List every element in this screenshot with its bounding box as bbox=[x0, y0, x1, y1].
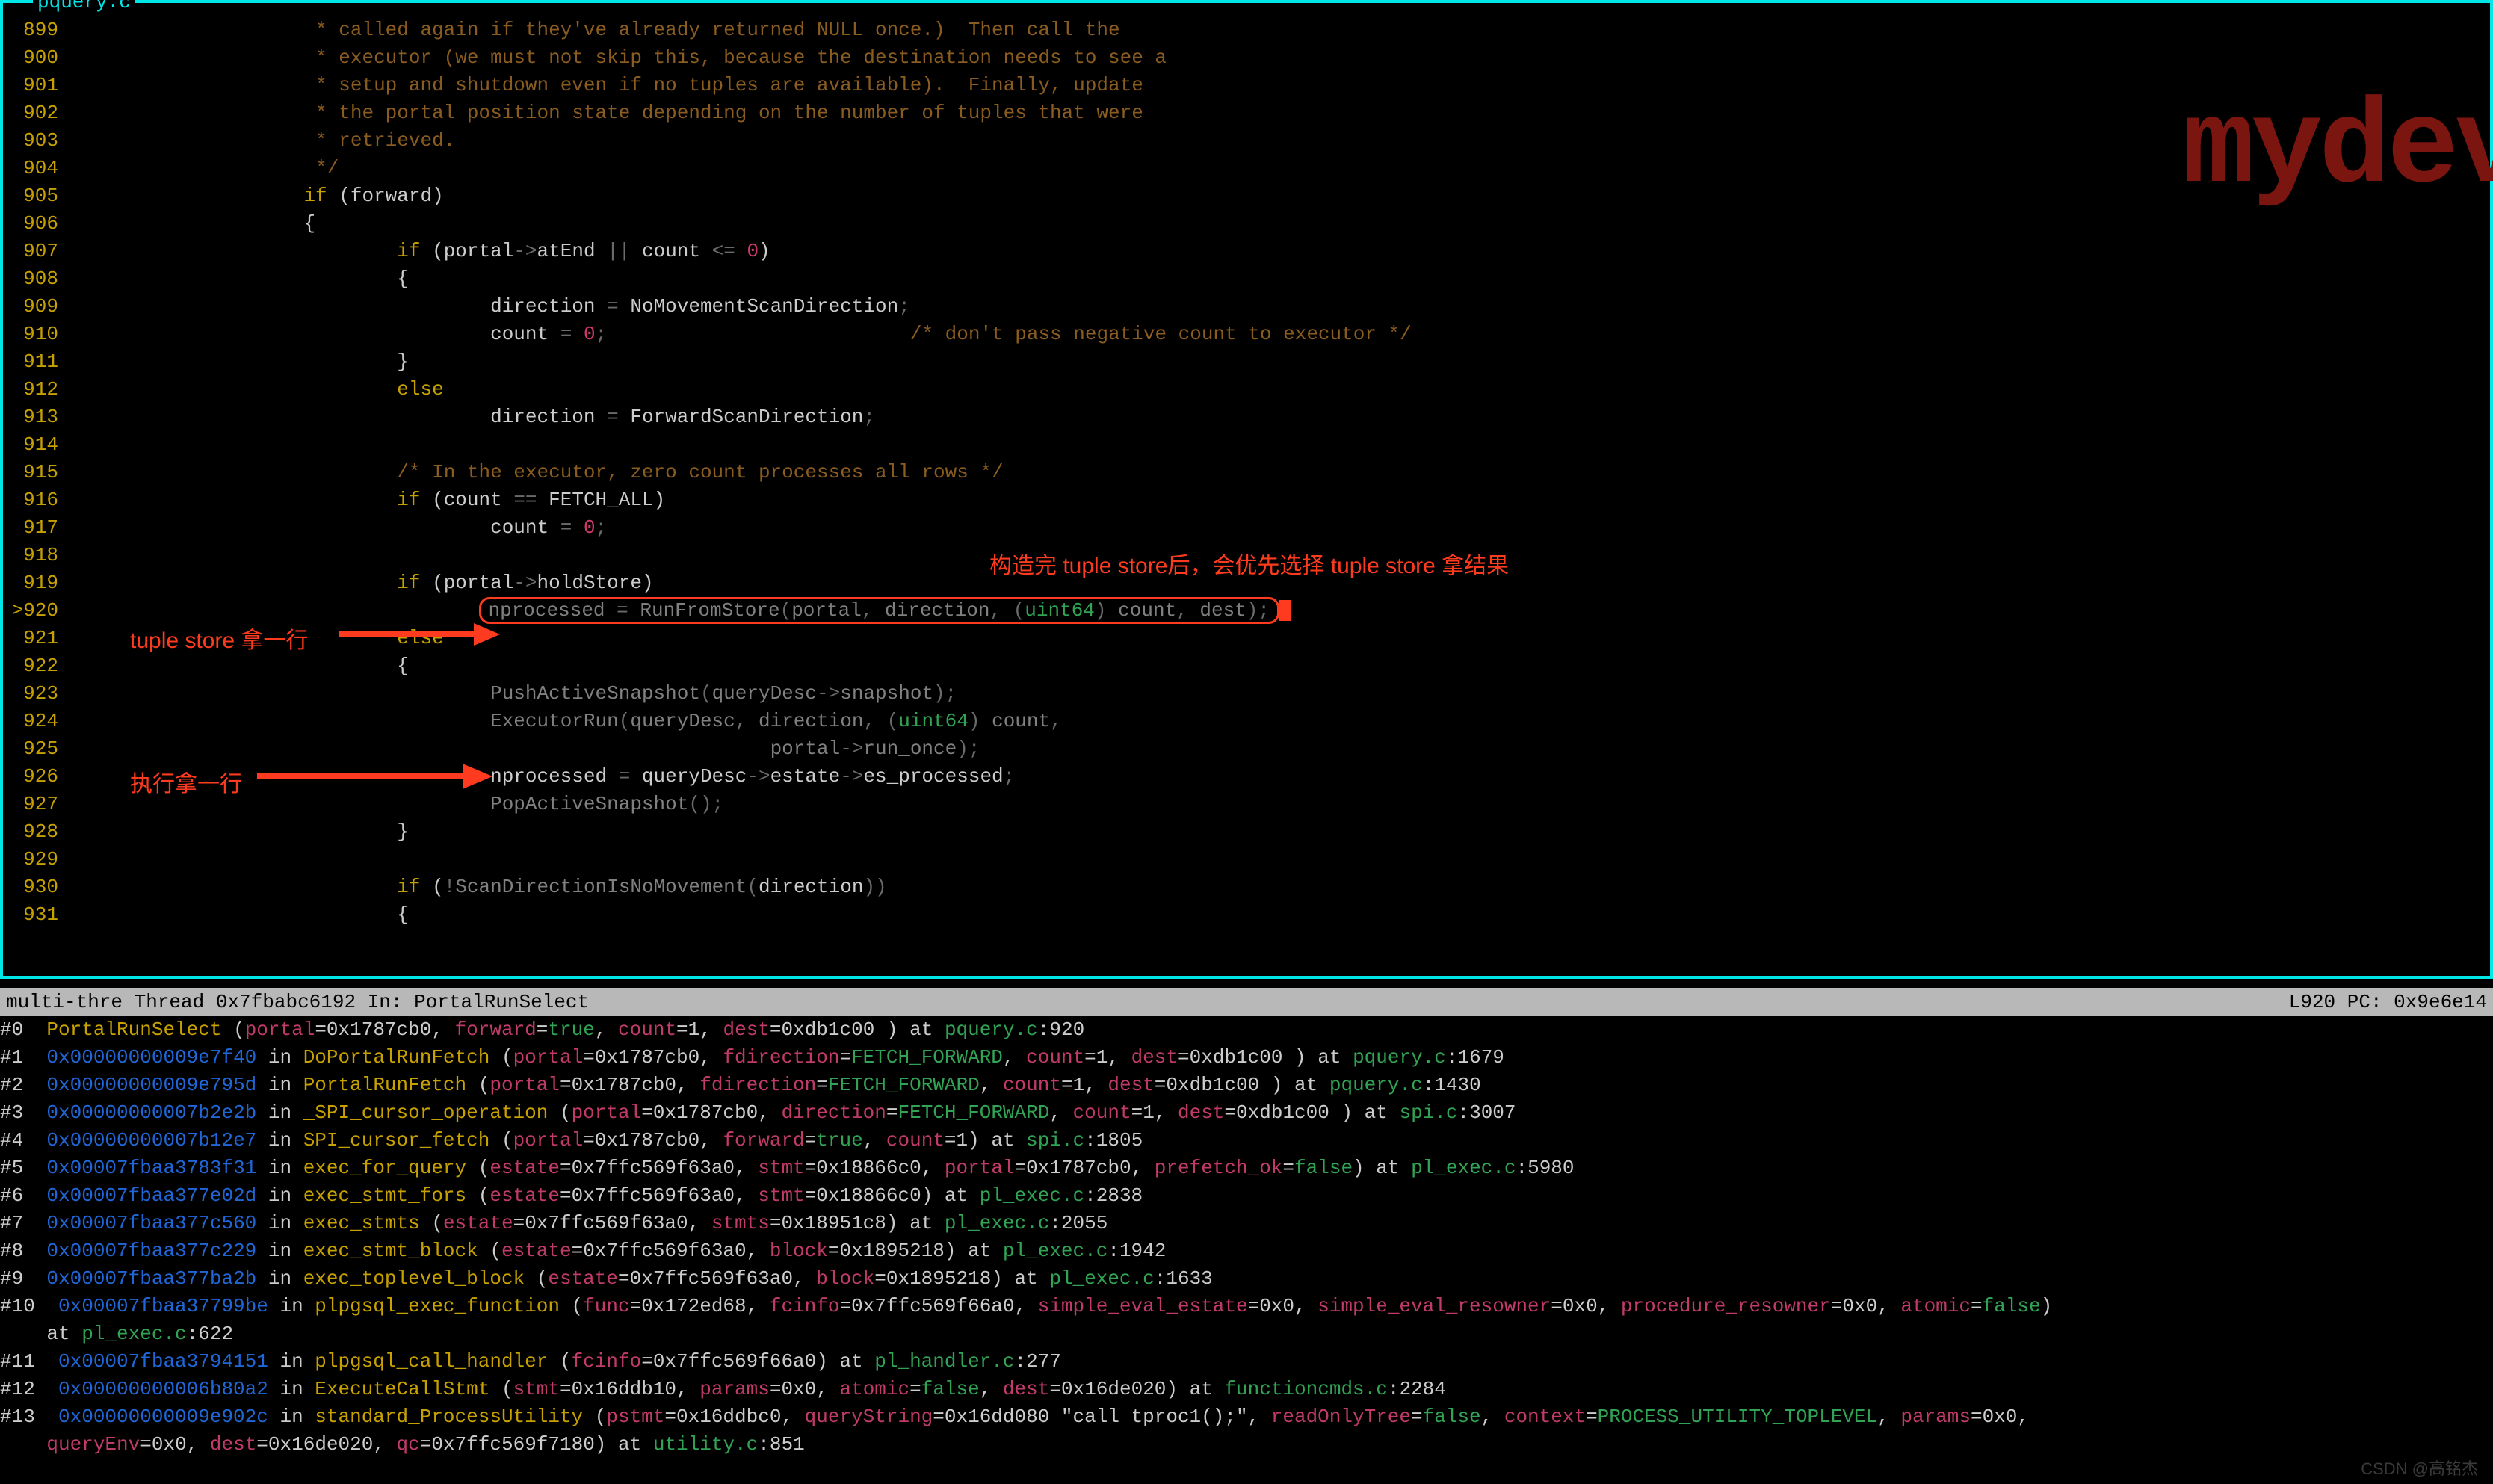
backtrace-frame: #10 0x00007fbaa37799be in plpgsql_exec_f… bbox=[0, 1293, 2493, 1320]
backtrace-frame: #3 0x00000000007b2e2b in _SPI_cursor_ope… bbox=[0, 1099, 2493, 1127]
code-line: 914 bbox=[3, 431, 2490, 459]
code-line: 930 if (!ScanDirectionIsNoMovement(direc… bbox=[3, 874, 2490, 901]
code-line: 901 * setup and shutdown even if no tupl… bbox=[3, 72, 2490, 99]
annotation-tuplestore: tuple store 拿一行 bbox=[130, 622, 308, 655]
backtrace-frame-cont: queryEnv=0x0, dest=0x16de020, qc=0x7ffc5… bbox=[0, 1431, 2493, 1459]
code-line: 908 { bbox=[3, 265, 2490, 293]
code-line: 931 { bbox=[3, 901, 2490, 929]
backtrace-frame: #7 0x00007fbaa377c560 in exec_stmts (est… bbox=[0, 1210, 2493, 1237]
code-line: 907 if (portal->atEnd || count <= 0) bbox=[3, 238, 2490, 265]
code-line: 915 /* In the executor, zero count proce… bbox=[3, 459, 2490, 486]
filename-label: pquery.c bbox=[33, 0, 135, 13]
backtrace-frame: #11 0x00007fbaa3794151 in plpgsql_call_h… bbox=[0, 1348, 2493, 1376]
backtrace-frame: #1 0x00000000009e7f40 in DoPortalRunFetc… bbox=[0, 1044, 2493, 1072]
backtrace-frame: #12 0x00000000006b80a2 in ExecuteCallStm… bbox=[0, 1376, 2493, 1403]
code-line: 924 ExecutorRun(queryDesc, direction, (u… bbox=[3, 708, 2490, 735]
annotation-exec: 执行拿一行 bbox=[130, 765, 242, 798]
source-code-pane: pquery.c 899 * called again if they've a… bbox=[0, 0, 2493, 979]
code-line: 923 PushActiveSnapshot(queryDesc->snapsh… bbox=[3, 680, 2490, 708]
code-line: 905 if (forward) bbox=[3, 182, 2490, 210]
code-line: 912 else bbox=[3, 376, 2490, 404]
backtrace-frame: #13 0x00000000009e902c in standard_Proce… bbox=[0, 1403, 2493, 1431]
code-line: 903 * retrieved. bbox=[3, 127, 2490, 155]
status-right: L920 PC: 0x9e6e14 bbox=[2289, 991, 2487, 1013]
code-line: 916 if (count == FETCH_ALL) bbox=[3, 486, 2490, 514]
code-line: 911 } bbox=[3, 348, 2490, 376]
code-line: 904 */ bbox=[3, 155, 2490, 182]
code-line: 913 direction = ForwardScanDirection; bbox=[3, 404, 2490, 431]
backtrace-frame: #5 0x00007fbaa3783f31 in exec_for_query … bbox=[0, 1154, 2493, 1182]
status-bar: multi-thre Thread 0x7fbabc6192 In: Porta… bbox=[0, 988, 2493, 1016]
status-left: multi-thre Thread 0x7fbabc6192 In: Porta… bbox=[6, 991, 589, 1013]
backtrace-frame: #6 0x00007fbaa377e02d in exec_stmt_fors … bbox=[0, 1182, 2493, 1210]
code-line: 922 { bbox=[3, 652, 2490, 680]
backtrace-frame: #9 0x00007fbaa377ba2b in exec_toplevel_b… bbox=[0, 1265, 2493, 1293]
code-line: 909 direction = NoMovementScanDirection; bbox=[3, 293, 2490, 321]
backtrace-frame-cont: at pl_exec.c:622 bbox=[0, 1320, 2493, 1348]
backtrace-frame: #8 0x00007fbaa377c229 in exec_stmt_block… bbox=[0, 1237, 2493, 1265]
annotation-toprow: 构造完 tuple store后，会优先选择 tuple store 拿结果 bbox=[989, 547, 1509, 580]
backtrace-pane[interactable]: #0 PortalRunSelect (portal=0x1787cb0, fo… bbox=[0, 1016, 2493, 1484]
backtrace-frame: #0 PortalRunSelect (portal=0x1787cb0, fo… bbox=[0, 1016, 2493, 1044]
backtrace-frame: #2 0x00000000009e795d in PortalRunFetch … bbox=[0, 1072, 2493, 1099]
code-line: 900 * executor (we must not skip this, b… bbox=[3, 44, 2490, 72]
arrow-icon bbox=[339, 616, 504, 653]
csdn-watermark: CSDN @高铭杰 bbox=[2361, 1456, 2478, 1480]
code-line: 906 { bbox=[3, 210, 2490, 238]
code-line: 902 * the portal position state dependin… bbox=[3, 99, 2490, 127]
code-line: 917 count = 0; bbox=[3, 514, 2490, 542]
arrow-icon bbox=[257, 750, 496, 803]
code-line: 928 } bbox=[3, 818, 2490, 846]
code-line: 929 bbox=[3, 846, 2490, 874]
code-line: 899 * called again if they've already re… bbox=[3, 16, 2490, 44]
backtrace-frame: #4 0x00000000007b12e7 in SPI_cursor_fetc… bbox=[0, 1127, 2493, 1154]
code-line: 910 count = 0; /* don't pass negative co… bbox=[3, 321, 2490, 348]
